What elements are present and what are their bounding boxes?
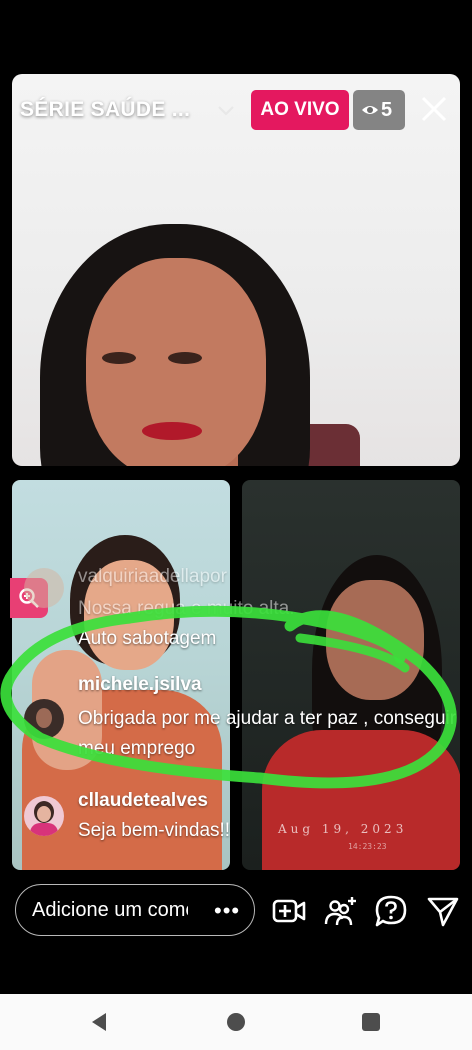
- add-video-icon[interactable]: [272, 894, 306, 928]
- home-icon[interactable]: [227, 1013, 245, 1031]
- chevron-down-icon[interactable]: [216, 100, 236, 120]
- recent-apps-icon[interactable]: [362, 1013, 380, 1031]
- system-nav-bar: [0, 994, 472, 1050]
- question-icon[interactable]: [374, 894, 408, 928]
- highlight-scribble: [0, 605, 457, 789]
- host-lips: [142, 422, 202, 440]
- comment-input[interactable]: Adicione um comentário •••: [15, 884, 255, 936]
- stream-header: SÉRIE SAÚDE ... AO VIVO 5: [12, 88, 460, 134]
- avatar: [24, 796, 64, 836]
- eye-icon: [362, 106, 378, 114]
- add-people-icon[interactable]: [324, 894, 358, 928]
- comment-placeholder: Adicione um comentário: [32, 899, 188, 921]
- comment-username: valquiriaadellapor: [78, 566, 227, 587]
- close-icon[interactable]: [417, 92, 451, 126]
- viewer-count: 5: [381, 99, 393, 121]
- live-badge: AO VIVO: [251, 90, 349, 130]
- stream-title[interactable]: SÉRIE SAÚDE ...: [20, 98, 190, 122]
- back-icon[interactable]: [90, 1012, 108, 1032]
- send-icon[interactable]: [426, 894, 460, 928]
- host-eye-right: [168, 352, 202, 364]
- more-options-icon[interactable]: •••: [214, 898, 240, 924]
- viewer-count-badge[interactable]: 5: [353, 90, 405, 130]
- comment-text: Seja bem-vindas!!: [78, 820, 231, 841]
- host-eye-left: [102, 352, 136, 364]
